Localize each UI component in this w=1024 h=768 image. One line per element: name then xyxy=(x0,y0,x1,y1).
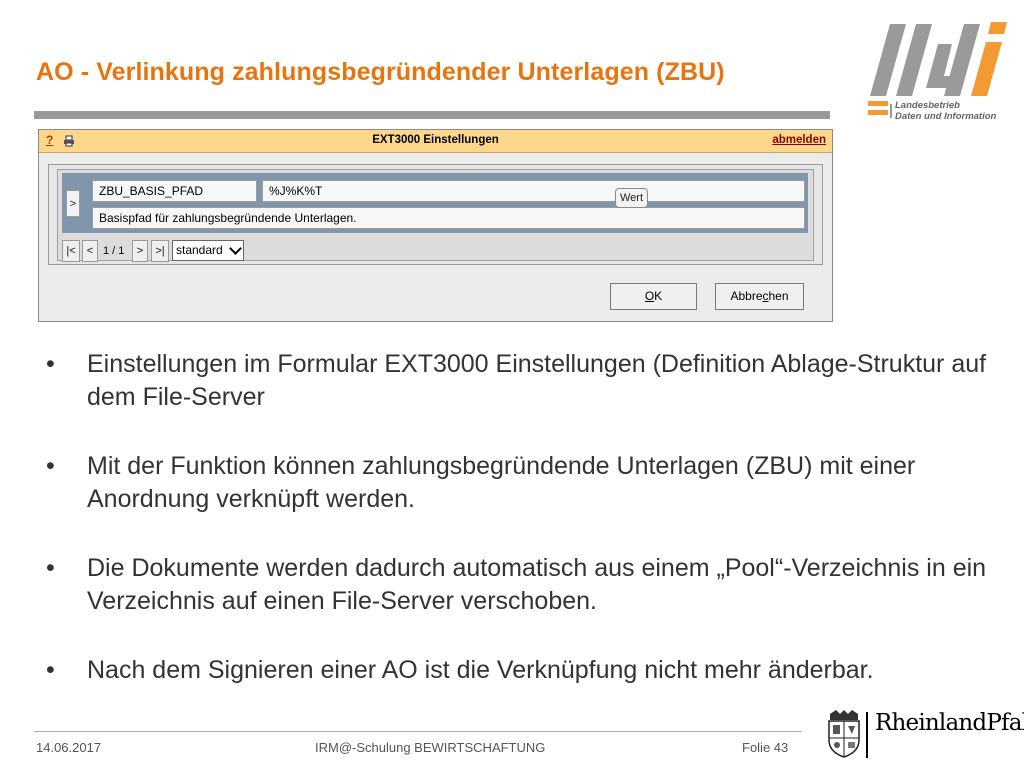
view-select[interactable]: standard xyxy=(172,240,244,261)
bullet-item: • Die Dokumente werden dadurch automatisc… xyxy=(40,552,990,618)
bullet-text: Nach dem Signieren einer AO ist die Verk… xyxy=(87,656,874,684)
last-record-button[interactable]: >| xyxy=(151,240,169,262)
app-window: ? EXT3000 Einstellungen abmelden > ZBU_B… xyxy=(38,129,833,322)
footer-divider xyxy=(34,731,802,732)
ldi-subtitle-line1: Landesbetrieb xyxy=(895,100,960,111)
bullet-symbol: • xyxy=(46,452,55,480)
chevron-down-icon xyxy=(229,242,242,255)
ok-button[interactable]: OK xyxy=(610,283,697,310)
ok-label-post: K xyxy=(654,289,663,303)
rlp-logo: RheinlandPfalz xyxy=(875,710,1024,736)
setting-key-field[interactable]: ZBU_BASIS_PFAD xyxy=(92,180,257,202)
view-select-value: standard xyxy=(176,243,223,257)
setting-value-field[interactable]: %J%K%T xyxy=(262,180,805,202)
app-titlebar: ? EXT3000 Einstellungen abmelden xyxy=(39,130,832,153)
setting-description-field[interactable]: Basispfad für zahlungsbegründende Unterl… xyxy=(92,207,805,229)
bullet-item: • Mit der Funktion können zahlungsbegründ… xyxy=(40,450,990,516)
first-record-button[interactable]: |< xyxy=(62,240,80,262)
rlp-crest-icon xyxy=(828,710,860,758)
rlp-separator xyxy=(866,712,868,758)
ldi-subtitle: Landesbetrieb Daten und Information xyxy=(895,100,996,122)
cancel-button[interactable]: Abbrechen xyxy=(715,283,804,310)
app-title: EXT3000 Einstellungen xyxy=(372,134,499,146)
value-tooltip: Wert xyxy=(615,188,649,208)
bullet-text: Die Dokumente werden dadurch automatisch… xyxy=(87,554,987,615)
bullet-list: • Einstellungen im Formular EXT3000 Einst… xyxy=(40,348,990,687)
footer-course-title: IRM@-Schulung BEWIRTSCHAFTUNG xyxy=(315,740,546,755)
bullet-symbol: • xyxy=(46,656,55,684)
next-record-button[interactable]: > xyxy=(132,240,148,262)
previous-record-button[interactable]: < xyxy=(82,240,98,262)
cancel-label-post: hen xyxy=(768,289,789,303)
bullet-item: • Nach dem Signieren einer AO ist die Ver… xyxy=(40,654,990,687)
ok-mnemonic: O xyxy=(644,289,655,303)
settings-group: > ZBU_BASIS_PFAD %J%K%T Basispfad für za… xyxy=(48,164,823,265)
title-underline xyxy=(34,111,830,119)
footer-date: 14.06.2017 xyxy=(36,740,102,755)
record-panel: > ZBU_BASIS_PFAD %J%K%T Basispfad für za… xyxy=(57,169,814,262)
slide-title: AO - Verlinkung zahlungsbegründender Unt… xyxy=(36,58,725,86)
logout-link[interactable]: abmelden xyxy=(772,134,826,146)
record-row: > ZBU_BASIS_PFAD %J%K%T Basispfad für za… xyxy=(62,173,808,233)
expand-record-button[interactable]: > xyxy=(66,190,80,217)
bullet-text: Einstellungen im Formular EXT3000 Einste… xyxy=(87,350,987,411)
bullet-text: Mit der Funktion können zahlungsbegründe… xyxy=(87,452,916,513)
bullet-item: • Einstellungen im Formular EXT3000 Einst… xyxy=(40,348,990,414)
record-counter: 1 / 1 xyxy=(103,245,125,257)
cancel-label-pre: Abbre xyxy=(730,289,763,303)
ldi-subtitle-line2: Daten und Information xyxy=(895,111,997,122)
footer-slide-number: Folie 43 xyxy=(742,740,789,755)
bullet-symbol: • xyxy=(46,554,55,582)
bullet-symbol: • xyxy=(46,350,55,378)
